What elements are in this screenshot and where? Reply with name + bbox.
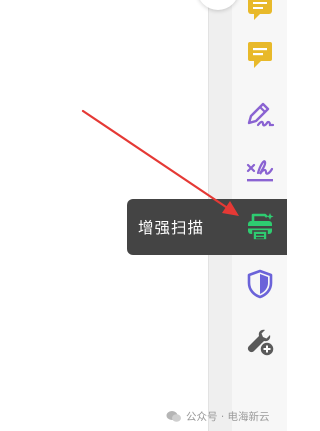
comment-icon bbox=[247, 0, 272, 20]
tooltip-label: 增强扫描 bbox=[138, 219, 205, 237]
signature-icon bbox=[246, 160, 273, 182]
pen-draw-icon bbox=[247, 102, 274, 127]
scanner-icon bbox=[246, 213, 273, 241]
note-icon bbox=[247, 42, 272, 68]
watermark-text: 公众号 · 电海新云 bbox=[186, 410, 270, 423]
tool-more-tools[interactable] bbox=[232, 320, 287, 364]
wrench-plus-icon bbox=[247, 329, 275, 357]
wechat-icon bbox=[166, 410, 181, 422]
watermark: 公众号 · 电海新云 bbox=[166, 406, 270, 426]
shield-icon bbox=[247, 269, 272, 299]
tool-enhanced-scan[interactable] bbox=[232, 205, 287, 249]
tool-comment[interactable] bbox=[232, 0, 287, 30]
tool-note[interactable] bbox=[232, 33, 287, 77]
tool-protect[interactable] bbox=[232, 262, 287, 306]
tool-signature[interactable] bbox=[232, 149, 287, 193]
tool-draw[interactable] bbox=[232, 92, 287, 136]
